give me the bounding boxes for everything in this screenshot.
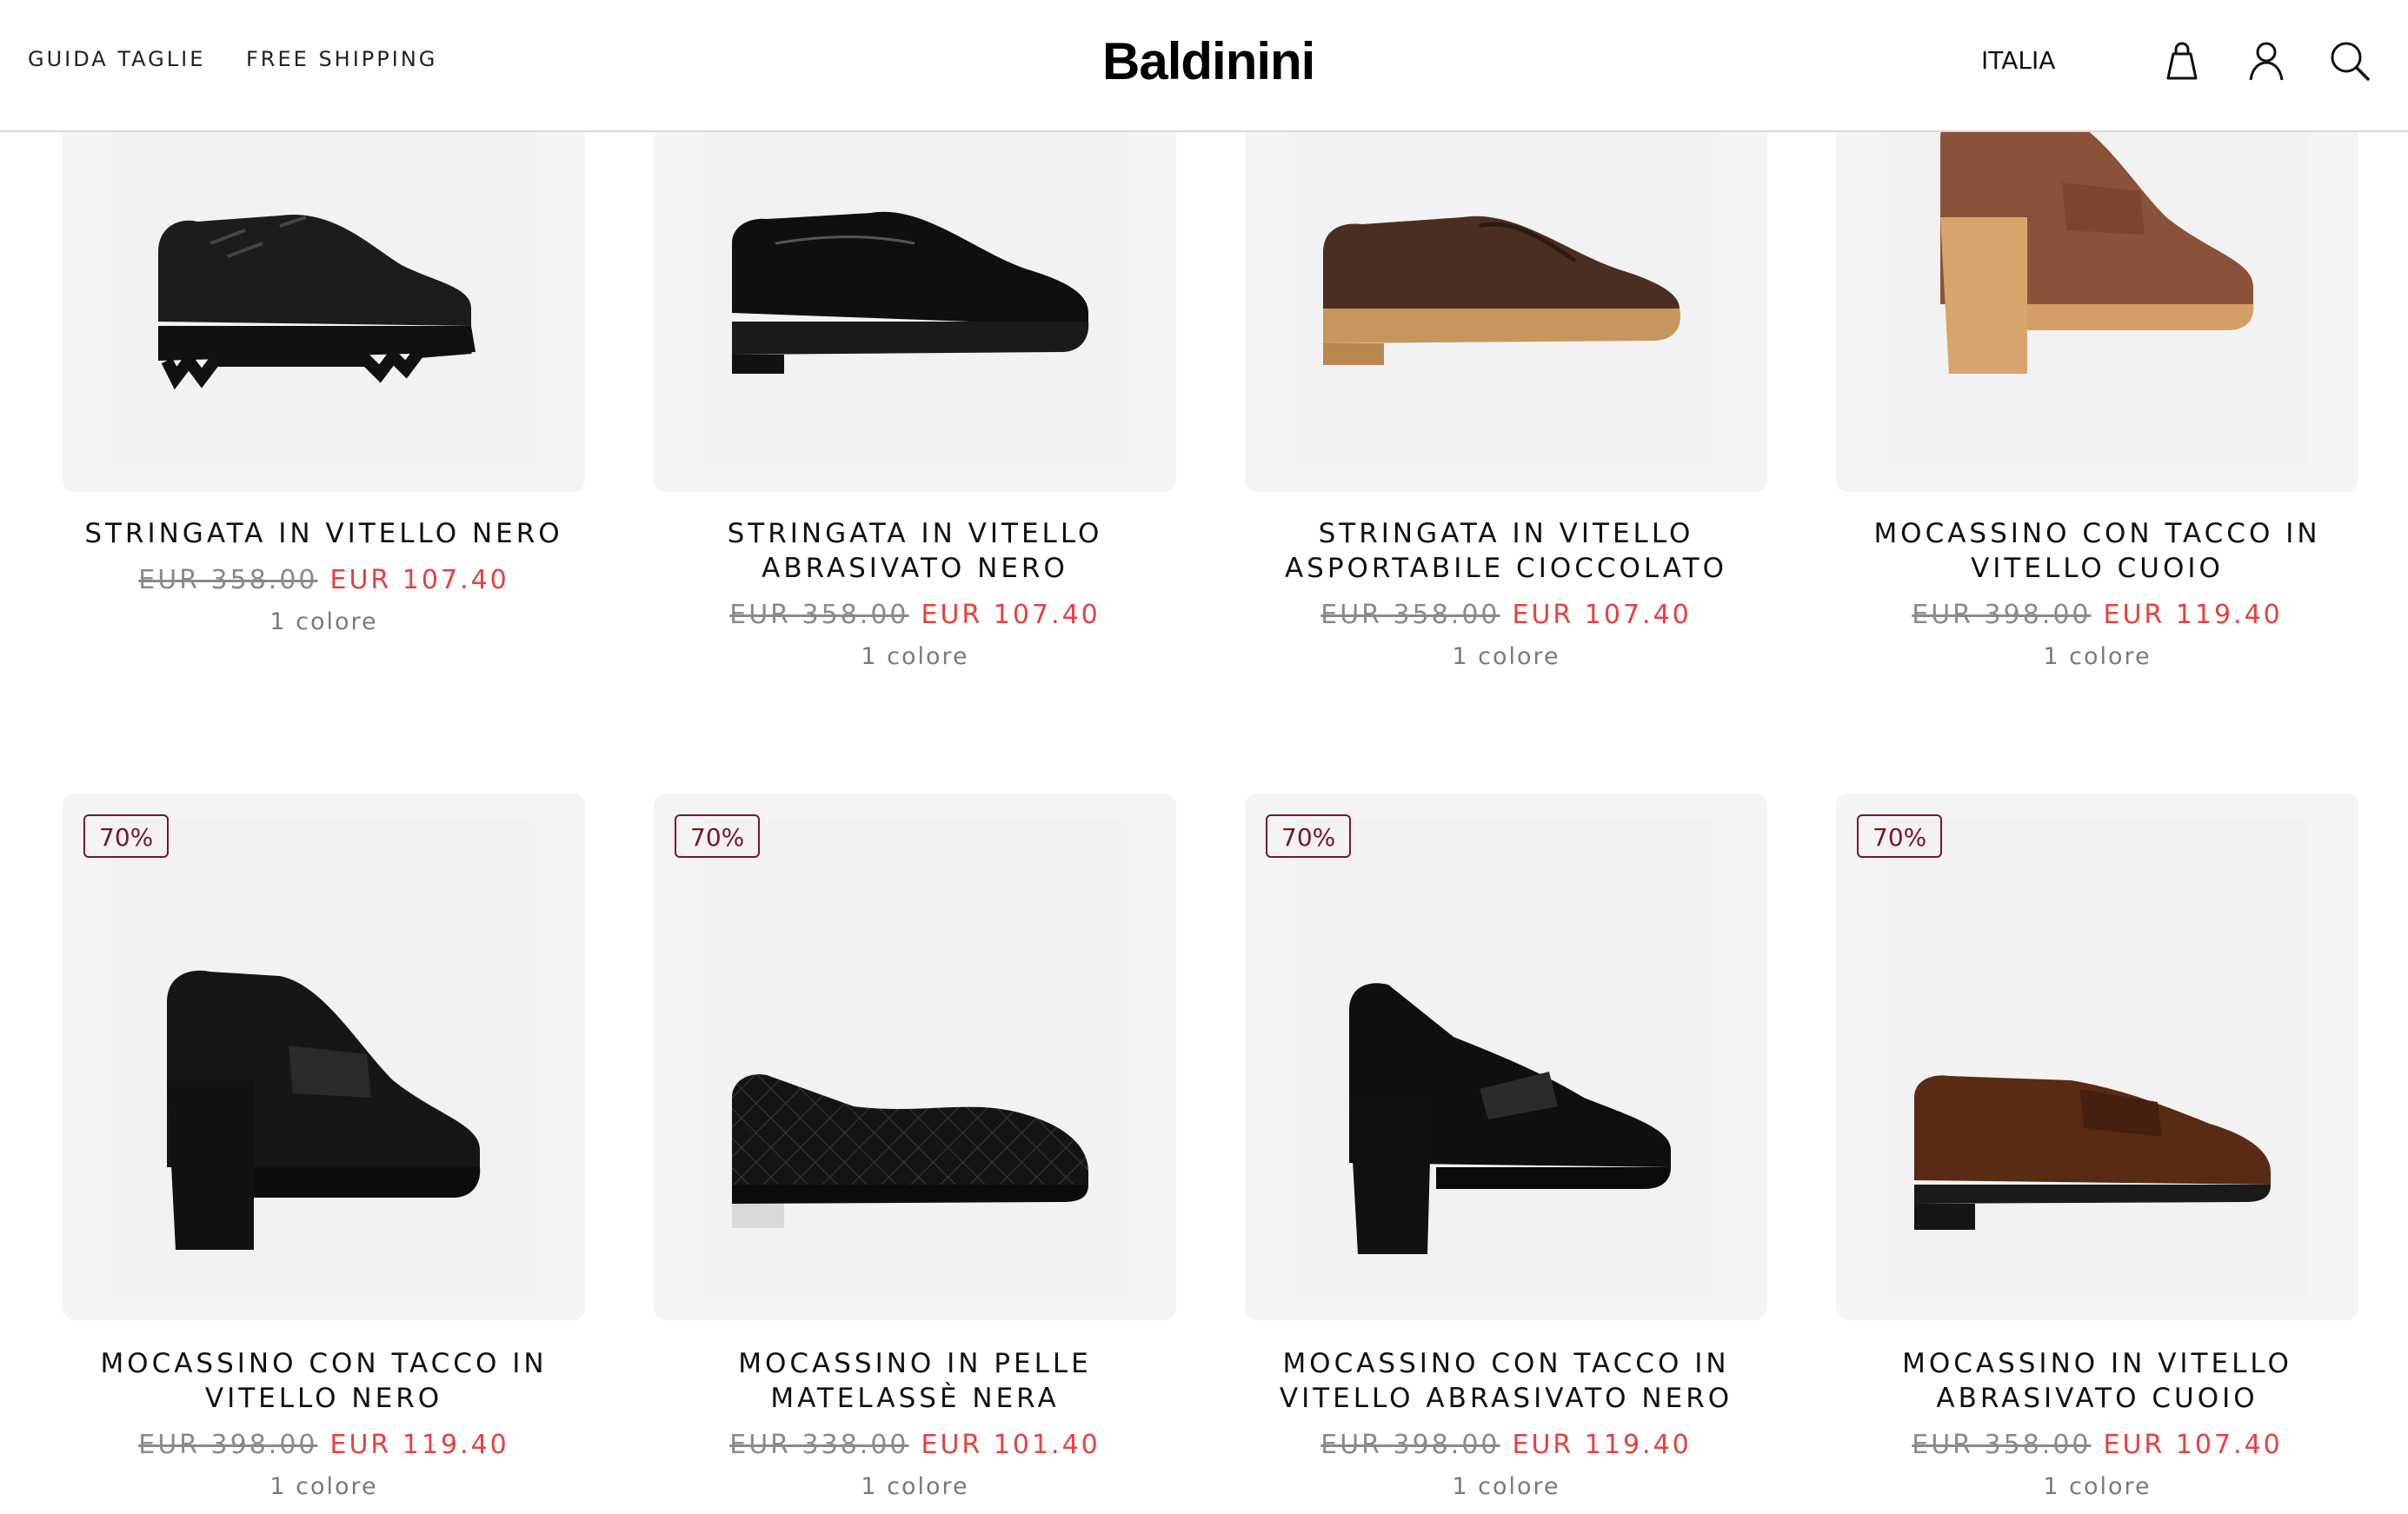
product-image [1349, 983, 1671, 1254]
color-count: 1 colore [861, 1473, 969, 1500]
product-info: STRINGATA IN VITELLO ASPORTABILE CIOCCOL… [1245, 516, 1767, 670]
product-image [1323, 216, 1680, 365]
original-price: EUR 338.00 [729, 1430, 909, 1460]
product-grid: STRINGATA IN VITELLO NERO EUR 358.00 EUR … [0, 0, 2408, 1514]
product-name[interactable]: STRINGATA IN VITELLO ABRASIVATO NERO [654, 516, 1176, 586]
product-price: EUR 398.00 EUR 119.40 [63, 1428, 585, 1463]
product-image [1940, 107, 2254, 374]
product-price: EUR 358.00 EUR 107.40 [1836, 1428, 2358, 1463]
original-price: EUR 398.00 [1912, 600, 2092, 630]
brand-logo[interactable]: Baldinini [1102, 31, 1315, 91]
product-price: EUR 398.00 EUR 119.40 [1245, 1428, 1767, 1463]
color-count: 1 colore [1452, 643, 1560, 670]
sale-price: EUR 107.40 [2103, 1430, 2283, 1460]
color-count: 1 colore [269, 1473, 378, 1500]
product-name[interactable]: MOCASSINO CON TACCO IN VITELLO CUOIO [1836, 516, 2358, 586]
product-price: EUR 358.00 EUR 107.40 [1245, 598, 1767, 633]
search-icon[interactable] [2327, 38, 2372, 83]
shopping-bag-icon[interactable] [2159, 38, 2205, 83]
discount-badge: 70% [83, 814, 170, 858]
product-image [158, 214, 476, 390]
color-count: 1 colore [1452, 1473, 1560, 1500]
color-count: 1 colore [269, 608, 378, 635]
original-price: EUR 358.00 [729, 600, 909, 630]
free-shipping-link[interactable]: FREE SHIPPING [246, 47, 437, 71]
country-selector[interactable]: ITALIA [1981, 46, 2055, 75]
color-count: 1 colore [861, 643, 969, 670]
discount-badge: 70% [675, 814, 761, 858]
original-price: EUR 398.00 [138, 1430, 318, 1460]
color-count: 1 colore [2043, 643, 2152, 670]
original-price: EUR 358.00 [1320, 600, 1500, 630]
discount-badge: 70% [1266, 814, 1352, 858]
product-name[interactable]: STRINGATA IN VITELLO ASPORTABILE CIOCCOL… [1245, 516, 1767, 586]
product-name[interactable]: MOCASSINO CON TACCO IN VITELLO NERO [63, 1346, 585, 1416]
product-name[interactable]: STRINGATA IN VITELLO NERO [63, 516, 585, 551]
product-info: STRINGATA IN VITELLO ABRASIVATO NERO EUR… [654, 516, 1176, 670]
size-guide-link[interactable]: GUIDA TAGLIE [28, 47, 205, 71]
product-price: EUR 398.00 EUR 119.40 [1836, 598, 2358, 633]
sale-price: EUR 119.40 [2103, 600, 2283, 630]
product-price: EUR 338.00 EUR 101.40 [654, 1428, 1176, 1463]
sale-price: EUR 119.40 [1512, 1430, 1692, 1460]
product-image [1914, 1075, 2271, 1230]
color-count: 1 colore [2043, 1473, 2152, 1500]
product-name[interactable]: MOCASSINO IN VITELLO ABRASIVATO CUOIO [1836, 1346, 2358, 1416]
original-price: EUR 358.00 [138, 565, 318, 595]
sale-price: EUR 107.40 [329, 565, 509, 595]
product-info: MOCASSINO IN VITELLO ABRASIVATO CUOIO EU… [1836, 1346, 2358, 1500]
sale-price: EUR 107.40 [1512, 600, 1692, 630]
product-info: MOCASSINO CON TACCO IN VITELLO ABRASIVAT… [1245, 1346, 1767, 1500]
product-name[interactable]: MOCASSINO IN PELLE MATELASSÈ NERA [654, 1346, 1176, 1416]
product-card[interactable]: 70% [654, 794, 1176, 1320]
product-card[interactable]: 70% [1245, 794, 1767, 1320]
sale-price: EUR 107.40 [921, 600, 1101, 630]
user-account-icon[interactable] [2244, 38, 2289, 83]
product-price: EUR 358.00 EUR 107.40 [654, 598, 1176, 633]
product-image [732, 1074, 1088, 1228]
site-header: GUIDA TAGLIE FREE SHIPPING Baldinini ITA… [0, 0, 2408, 132]
product-card[interactable]: 70% [63, 794, 585, 1320]
product-info: STRINGATA IN VITELLO NERO EUR 358.00 EUR … [63, 516, 585, 635]
product-image [167, 970, 481, 1250]
product-image [732, 211, 1089, 374]
product-name[interactable]: MOCASSINO CON TACCO IN VITELLO ABRASIVAT… [1245, 1346, 1767, 1416]
sale-price: EUR 101.40 [921, 1430, 1101, 1460]
sale-price: EUR 119.40 [329, 1430, 509, 1460]
discount-badge: 70% [1857, 814, 1943, 858]
product-info: MOCASSINO CON TACCO IN VITELLO CUOIO EUR… [1836, 516, 2358, 670]
original-price: EUR 398.00 [1320, 1430, 1500, 1460]
product-info: MOCASSINO IN PELLE MATELASSÈ NERA EUR 33… [654, 1346, 1176, 1500]
product-info: MOCASSINO CON TACCO IN VITELLO NERO EUR … [63, 1346, 585, 1500]
product-price: EUR 358.00 EUR 107.40 [63, 563, 585, 598]
product-card[interactable]: 70% [1836, 794, 2358, 1320]
original-price: EUR 358.00 [1912, 1430, 2092, 1460]
